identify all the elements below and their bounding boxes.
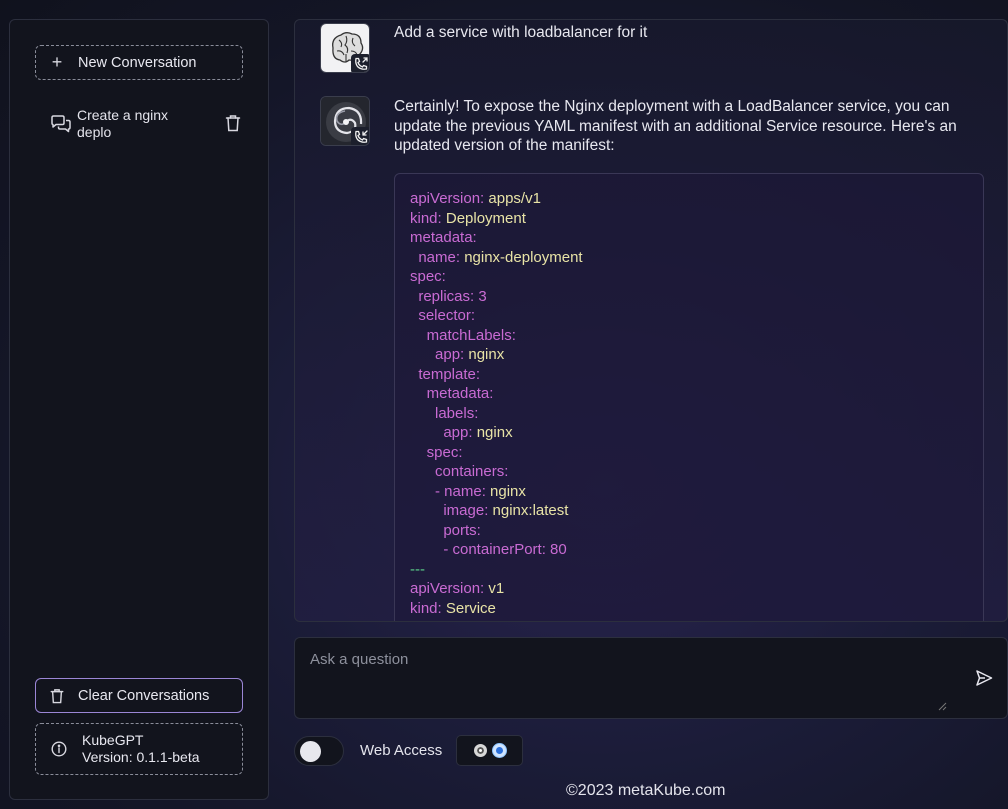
web-access-toggle[interactable] xyxy=(294,736,344,766)
outgoing-call-icon xyxy=(351,54,369,72)
clear-conversations-label: Clear Conversations xyxy=(78,687,210,704)
app-version: Version: 0.1.1-beta xyxy=(82,749,200,765)
conversation-label: Create a nginx deplo xyxy=(77,107,169,140)
assistant-message: Certainly! To expose the Nginx deploymen… xyxy=(394,98,957,154)
conversation-item[interactable]: Create a nginx deplo xyxy=(45,104,245,144)
plus-icon: + xyxy=(51,52,63,72)
trash-icon[interactable] xyxy=(225,114,241,135)
incoming-call-icon xyxy=(351,127,369,145)
footer-copyright: ©2023 metaKube.com xyxy=(566,782,726,799)
sidebar: + New Conversation Create a nginx deplo … xyxy=(9,19,269,800)
clear-conversations-button[interactable]: Clear Conversations xyxy=(35,678,243,713)
mode-radio-1[interactable] xyxy=(473,744,487,757)
chat-bubbles-icon xyxy=(45,114,77,134)
version-info: KubeGPT Version: 0.1.1-beta xyxy=(35,723,243,775)
trash-icon xyxy=(36,688,78,704)
resize-grip-icon[interactable] xyxy=(938,698,947,716)
code-block[interactable]: apiVersion: apps/v1 kind: Deployment met… xyxy=(394,173,984,621)
user-message: Add a service with loadbalancer for it xyxy=(394,24,648,41)
web-access-label: Web Access xyxy=(360,742,443,759)
user-avatar xyxy=(320,23,370,73)
new-conversation-label: New Conversation xyxy=(78,54,197,71)
question-input[interactable] xyxy=(295,638,945,718)
mode-radio-group xyxy=(456,735,523,766)
question-input-box xyxy=(294,637,1008,719)
toggle-knob xyxy=(300,741,321,762)
mode-radio-2[interactable] xyxy=(492,744,506,757)
chat-panel[interactable]: Add a service with loadbalancer for it C… xyxy=(294,19,1008,622)
new-conversation-button[interactable]: + New Conversation xyxy=(35,45,243,80)
info-icon xyxy=(36,741,82,757)
assistant-avatar xyxy=(320,96,370,146)
app-name: KubeGPT xyxy=(82,732,144,748)
send-icon[interactable] xyxy=(975,669,993,692)
